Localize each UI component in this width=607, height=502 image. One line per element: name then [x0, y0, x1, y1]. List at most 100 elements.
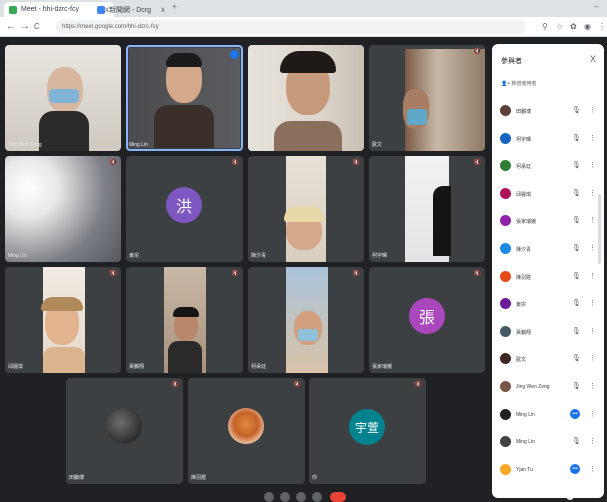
mic-muted-icon: 🔇 — [109, 271, 117, 277]
participant-name: Yjan Tu — [516, 466, 533, 473]
mic-muted-icon: 🎙 — [572, 327, 581, 335]
mic-muted-icon: 🔇 — [473, 271, 481, 277]
participant-avatar: 洪 — [166, 187, 202, 223]
participant-name: 東宗 — [516, 302, 527, 309]
more-options-icon[interactable]: ⋮ — [589, 382, 596, 390]
star-icon[interactable]: ☆ — [556, 20, 563, 34]
tab-news[interactable]: 新聞網 - Dcrg x — [92, 2, 170, 17]
participant-row[interactable]: 邱麗琪 🎙 ⋮ — [492, 187, 604, 203]
more-options-icon[interactable]: ⋮ — [589, 216, 596, 224]
more-options-icon[interactable]: ⋮ — [589, 299, 596, 307]
mic-muted-icon: 🔇 — [473, 49, 481, 55]
new-tab-button[interactable]: + — [172, 2, 177, 11]
reload-button[interactable]: C — [34, 20, 40, 34]
control-button[interactable] — [264, 492, 274, 502]
participant-name: Jing Wen Zeng — [516, 384, 550, 390]
profile-icon[interactable]: ◉ — [584, 20, 591, 34]
tab-label: Meet - hhi-dzrc-fcy — [21, 6, 79, 13]
leave-call-button[interactable] — [330, 492, 346, 502]
participant-tile[interactable]: 洪 🔇 東宗 — [126, 156, 243, 262]
participant-row[interactable]: 歐文 🎙 ⋮ — [492, 352, 604, 368]
more-options-icon[interactable]: ⋮ — [589, 410, 596, 418]
participant-row[interactable]: 陳羽霆 🎙 ⋮ — [492, 270, 604, 286]
meet-favicon-icon — [9, 5, 17, 14]
add-person-icon: 👤+ — [501, 81, 511, 87]
participant-name: 黃鵬翔 — [129, 364, 145, 370]
participant-row[interactable]: 柯承廷 🎙 ⋮ — [492, 159, 604, 175]
mic-muted-icon: 🔇 — [352, 271, 360, 277]
participant-name: 柯承廷 — [516, 164, 532, 171]
participant-row[interactable]: Ming Lin 🎙 ⋮ — [492, 435, 604, 451]
mic-muted-icon: 🎙 — [572, 189, 581, 197]
extensions-icon[interactable]: ✿ — [570, 20, 577, 34]
mic-muted-icon: 🎙 — [572, 272, 581, 280]
participant-row[interactable]: 柯宇暉 🎙 ⋮ — [492, 132, 604, 148]
back-button[interactable]: ← — [6, 20, 16, 34]
add-people-label: 新增使用者 — [511, 81, 537, 87]
key-icon[interactable]: ⚲ — [542, 20, 548, 34]
participant-row[interactable]: 黃鵬翔 🎙 ⋮ — [492, 325, 604, 341]
participant-avatar — [500, 105, 511, 116]
more-options-icon[interactable]: ⋮ — [589, 437, 596, 445]
participant-tile[interactable]: ◦ Ming Lin — [126, 45, 243, 151]
participant-avatar-photo — [228, 408, 264, 444]
participant-tile[interactable]: 宇萱 🔇 你 — [309, 378, 426, 484]
participant-name: 柯宇暉 — [372, 253, 388, 259]
participant-row[interactable]: Jing Wen Zeng 🎙 ⋮ — [492, 380, 604, 396]
more-options-icon[interactable]: ⋮ — [589, 354, 596, 362]
more-options-icon[interactable]: ⋮ — [589, 189, 596, 197]
tab-close-icon[interactable]: x — [161, 5, 165, 14]
speaking-indicator-icon: ◦ — [230, 50, 239, 59]
participant-row[interactable]: Ming Lin ••• ⋮ — [492, 408, 604, 424]
mic-muted-icon: 🎙 — [572, 134, 581, 142]
participant-body — [154, 105, 214, 148]
participant-tile[interactable]: 🔇 田鵬博 — [66, 378, 183, 484]
face-mask — [407, 109, 427, 125]
participant-avatar — [500, 132, 511, 144]
address-bar[interactable]: https://meet.google.com/hhi-dzrc-fcy — [56, 20, 526, 34]
participant-tile[interactable]: 🔇 陳羽霆 — [188, 378, 305, 484]
close-icon[interactable]: X — [590, 54, 596, 64]
participant-row[interactable]: 田鵬博 🎙 ⋮ — [492, 104, 604, 120]
face-mask — [298, 329, 318, 341]
more-options-icon[interactable]: ⋮ — [589, 244, 596, 252]
control-button[interactable] — [280, 492, 290, 502]
more-options-icon[interactable]: ⋮ — [589, 272, 596, 280]
tab-label: 新聞網 - Dcrg — [109, 6, 151, 14]
menu-icon[interactable]: ⋮ — [598, 20, 606, 34]
mic-muted-icon: 🎙 — [572, 107, 581, 114]
participant-avatar — [500, 463, 511, 475]
participant-tile[interactable]: 🔇 陳汐青 — [248, 156, 364, 262]
participant-name: 黃鵬翔 — [516, 329, 532, 336]
participant-name: Ming Lin — [516, 411, 535, 418]
participant-tile[interactable]: 🔇 柯宇暉 — [369, 156, 485, 262]
participant-tile[interactable]: 🔇 柯承廷 — [248, 267, 364, 373]
more-options-icon[interactable]: ⋮ — [589, 134, 596, 142]
participant-tile[interactable]: 張 🔇 張家瑞娥 — [369, 267, 485, 373]
participant-tile[interactable]: 🔇 歐文 — [369, 45, 485, 151]
participant-avatar-photo — [106, 408, 142, 444]
forward-button[interactable]: → — [20, 20, 30, 34]
control-button[interactable] — [296, 492, 306, 502]
add-people-button[interactable]: 👤+ 新增使用者 — [501, 80, 537, 87]
more-options-icon[interactable]: ⋮ — [589, 327, 596, 335]
participant-tile[interactable] — [248, 45, 364, 151]
participant-tile[interactable]: Jing Wen Zeng — [5, 45, 121, 151]
more-options-icon[interactable]: ⋮ — [589, 161, 596, 169]
more-options-icon[interactable]: ⋮ — [589, 106, 596, 114]
participant-tile[interactable]: 🔇 黃鵬翔 — [126, 267, 243, 373]
participant-tile[interactable]: 🔇 邱麗琪 — [5, 267, 121, 373]
participant-row[interactable]: 東宗 🎙 ⋮ — [492, 297, 604, 313]
participant-avatar: 宇萱 — [349, 409, 385, 445]
participant-row[interactable]: 陳汐青 🎙 ⋮ — [492, 242, 604, 258]
participant-hair — [173, 307, 199, 317]
participant-avatar — [500, 298, 511, 310]
minimize-button[interactable]: – — [594, 2, 598, 11]
participant-row[interactable]: Yjan Tu ••• ⋮ — [492, 463, 604, 479]
participant-name: 田鵬博 — [69, 475, 85, 481]
more-options-icon[interactable]: ⋮ — [589, 465, 596, 473]
control-button[interactable] — [312, 492, 322, 502]
participant-row[interactable]: 張家瑞娥 🎙 ⋮ — [492, 214, 604, 230]
participant-name: 張家瑞娥 — [516, 219, 537, 226]
participant-tile[interactable]: 🔇 Ming Lin — [5, 156, 121, 262]
